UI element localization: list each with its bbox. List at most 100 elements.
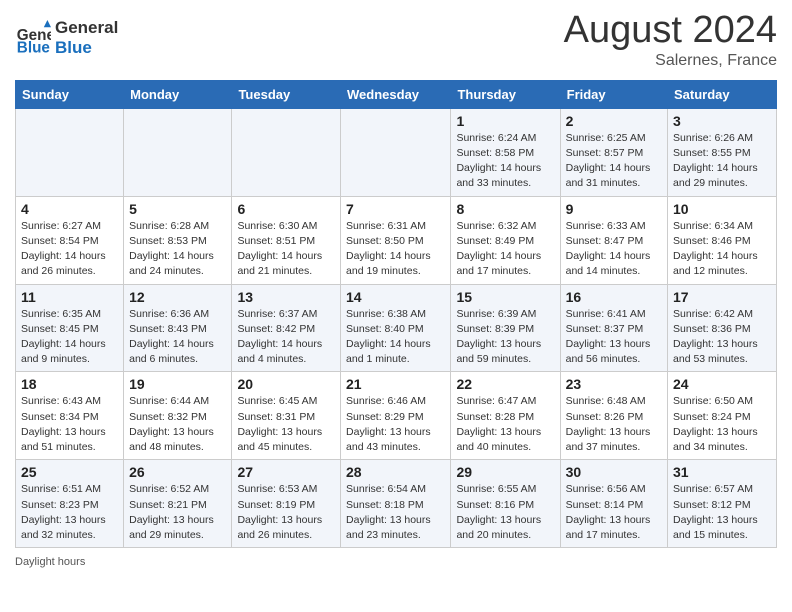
day-number: 22 (456, 376, 554, 392)
day-number: 11 (21, 289, 118, 305)
day-header-tuesday: Tuesday (232, 80, 341, 108)
calendar-cell: 20Sunrise: 6:45 AM Sunset: 8:31 PM Dayli… (232, 372, 341, 460)
calendar-cell: 13Sunrise: 6:37 AM Sunset: 8:42 PM Dayli… (232, 284, 341, 372)
day-info: Sunrise: 6:47 AM Sunset: 8:28 PM Dayligh… (456, 394, 554, 455)
day-info: Sunrise: 6:31 AM Sunset: 8:50 PM Dayligh… (346, 219, 445, 280)
page-header: General Blue General Blue August 2024 Sa… (15, 10, 777, 70)
day-info: Sunrise: 6:24 AM Sunset: 8:58 PM Dayligh… (456, 131, 554, 192)
daylight-label: Daylight hours (15, 556, 85, 568)
day-info: Sunrise: 6:39 AM Sunset: 8:39 PM Dayligh… (456, 307, 554, 368)
week-row-3: 11 Sunrise: 6:35 AM Sunset: 8:45 PM Dayli… (16, 284, 777, 372)
day-number: 24 (673, 376, 771, 392)
day-info: Sunrise: 6:54 AM Sunset: 8:18 PM Dayligh… (346, 482, 445, 543)
calendar-cell: 16 Sunrise: 6:41 AM Sunset: 8:37 PM Dayli… (560, 284, 667, 372)
calendar-cell: 15 Sunrise: 6:39 AM Sunset: 8:39 PM Dayli… (451, 284, 560, 372)
week-row-1: 1 Sunrise: 6:24 AM Sunset: 8:58 PM Daylig… (16, 108, 777, 196)
calendar-cell: 6 Sunrise: 6:30 AM Sunset: 8:51 PM Daylig… (232, 196, 341, 284)
logo-icon: General Blue (15, 20, 51, 56)
calendar-cell: 31 Sunrise: 6:57 AM Sunset: 8:12 PM Dayli… (668, 460, 777, 548)
day-number: 6 (237, 201, 335, 217)
calendar-cell: 19Sunrise: 6:44 AM Sunset: 8:32 PM Dayli… (124, 372, 232, 460)
logo: General Blue General Blue (15, 18, 118, 59)
day-info: Sunrise: 6:35 AM Sunset: 8:45 PM Dayligh… (21, 307, 118, 368)
calendar-cell: 11 Sunrise: 6:35 AM Sunset: 8:45 PM Dayli… (16, 284, 124, 372)
day-number: 31 (673, 464, 771, 480)
day-header-friday: Friday (560, 80, 667, 108)
day-header-sunday: Sunday (16, 80, 124, 108)
calendar-cell (16, 108, 124, 196)
day-number: 15 (456, 289, 554, 305)
calendar-cell: 26Sunrise: 6:52 AM Sunset: 8:21 PM Dayli… (124, 460, 232, 548)
day-info: Sunrise: 6:25 AM Sunset: 8:57 PM Dayligh… (566, 131, 662, 192)
day-number: 29 (456, 464, 554, 480)
day-info: Sunrise: 6:50 AM Sunset: 8:24 PM Dayligh… (673, 394, 771, 455)
day-number: 19 (129, 376, 226, 392)
month-year: August 2024 (564, 10, 777, 52)
day-info: Sunrise: 6:41 AM Sunset: 8:37 PM Dayligh… (566, 307, 662, 368)
day-number: 28 (346, 464, 445, 480)
footer: Daylight hours (15, 556, 777, 568)
day-number: 4 (21, 201, 118, 217)
day-info: Sunrise: 6:56 AM Sunset: 8:14 PM Dayligh… (566, 482, 662, 543)
day-info: Sunrise: 6:30 AM Sunset: 8:51 PM Dayligh… (237, 219, 335, 280)
day-info: Sunrise: 6:57 AM Sunset: 8:12 PM Dayligh… (673, 482, 771, 543)
calendar-cell: 21Sunrise: 6:46 AM Sunset: 8:29 PM Dayli… (341, 372, 451, 460)
day-number: 30 (566, 464, 662, 480)
calendar-table: SundayMondayTuesdayWednesdayThursdayFrid… (15, 80, 777, 548)
calendar-cell: 23 Sunrise: 6:48 AM Sunset: 8:26 PM Dayli… (560, 372, 667, 460)
day-number: 7 (346, 201, 445, 217)
day-number: 1 (456, 113, 554, 129)
day-number: 26 (129, 464, 226, 480)
day-number: 16 (566, 289, 662, 305)
day-number: 23 (566, 376, 662, 392)
calendar-cell: 2 Sunrise: 6:25 AM Sunset: 8:57 PM Daylig… (560, 108, 667, 196)
day-number: 13 (237, 289, 335, 305)
calendar-cell: 17Sunrise: 6:42 AM Sunset: 8:36 PM Dayli… (668, 284, 777, 372)
calendar-cell: 8Sunrise: 6:32 AM Sunset: 8:49 PM Daylig… (451, 196, 560, 284)
day-number: 18 (21, 376, 118, 392)
day-number: 5 (129, 201, 226, 217)
day-info: Sunrise: 6:28 AM Sunset: 8:53 PM Dayligh… (129, 219, 226, 280)
calendar-cell: 30 Sunrise: 6:56 AM Sunset: 8:14 PM Dayli… (560, 460, 667, 548)
days-header-row: SundayMondayTuesdayWednesdayThursdayFrid… (16, 80, 777, 108)
week-row-5: 25 Sunrise: 6:51 AM Sunset: 8:23 PM Dayli… (16, 460, 777, 548)
day-number: 21 (346, 376, 445, 392)
week-row-4: 18Sunrise: 6:43 AM Sunset: 8:34 PM Dayli… (16, 372, 777, 460)
day-info: Sunrise: 6:38 AM Sunset: 8:40 PM Dayligh… (346, 307, 445, 368)
calendar-cell: 24 Sunrise: 6:50 AM Sunset: 8:24 PM Dayli… (668, 372, 777, 460)
day-header-wednesday: Wednesday (341, 80, 451, 108)
day-info: Sunrise: 6:53 AM Sunset: 8:19 PM Dayligh… (237, 482, 335, 543)
day-number: 10 (673, 201, 771, 217)
day-header-monday: Monday (124, 80, 232, 108)
calendar-cell: 25 Sunrise: 6:51 AM Sunset: 8:23 PM Dayli… (16, 460, 124, 548)
calendar-cell: 9Sunrise: 6:33 AM Sunset: 8:47 PM Daylig… (560, 196, 667, 284)
week-row-2: 4Sunrise: 6:27 AM Sunset: 8:54 PM Daylig… (16, 196, 777, 284)
day-info: Sunrise: 6:48 AM Sunset: 8:26 PM Dayligh… (566, 394, 662, 455)
day-number: 8 (456, 201, 554, 217)
calendar-cell: 12Sunrise: 6:36 AM Sunset: 8:43 PM Dayli… (124, 284, 232, 372)
day-number: 2 (566, 113, 662, 129)
calendar-cell (124, 108, 232, 196)
calendar-cell: 18Sunrise: 6:43 AM Sunset: 8:34 PM Dayli… (16, 372, 124, 460)
day-number: 20 (237, 376, 335, 392)
location: Salernes, France (564, 52, 777, 70)
day-info: Sunrise: 6:34 AM Sunset: 8:46 PM Dayligh… (673, 219, 771, 280)
calendar-cell: 5 Sunrise: 6:28 AM Sunset: 8:53 PM Daylig… (124, 196, 232, 284)
day-number: 25 (21, 464, 118, 480)
day-number: 12 (129, 289, 226, 305)
calendar-cell: 1 Sunrise: 6:24 AM Sunset: 8:58 PM Daylig… (451, 108, 560, 196)
day-info: Sunrise: 6:42 AM Sunset: 8:36 PM Dayligh… (673, 307, 771, 368)
logo-line2: Blue (55, 38, 118, 58)
calendar-cell: 4Sunrise: 6:27 AM Sunset: 8:54 PM Daylig… (16, 196, 124, 284)
calendar-cell: 22 Sunrise: 6:47 AM Sunset: 8:28 PM Dayli… (451, 372, 560, 460)
day-info: Sunrise: 6:33 AM Sunset: 8:47 PM Dayligh… (566, 219, 662, 280)
svg-text:Blue: Blue (17, 40, 50, 57)
calendar-cell: 29Sunrise: 6:55 AM Sunset: 8:16 PM Dayli… (451, 460, 560, 548)
day-info: Sunrise: 6:51 AM Sunset: 8:23 PM Dayligh… (21, 482, 118, 543)
calendar-cell: 27 Sunrise: 6:53 AM Sunset: 8:19 PM Dayli… (232, 460, 341, 548)
day-number: 3 (673, 113, 771, 129)
day-number: 27 (237, 464, 335, 480)
calendar-cell (232, 108, 341, 196)
day-header-thursday: Thursday (451, 80, 560, 108)
logo-line1: General (55, 18, 118, 38)
